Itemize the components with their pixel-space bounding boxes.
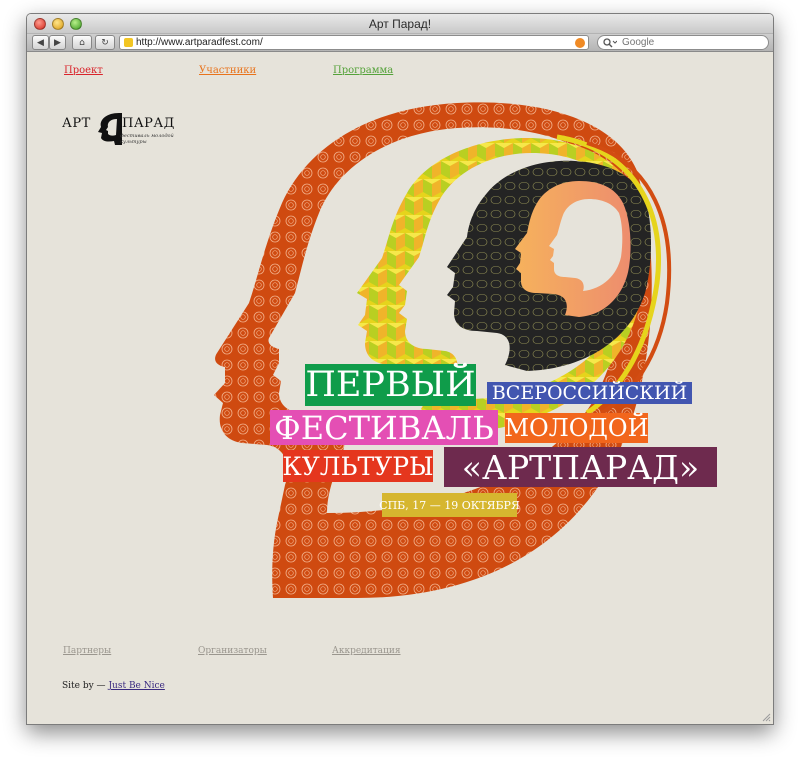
reload-icon: ↻ (101, 37, 109, 48)
search-box (597, 35, 769, 50)
address-text: http://www.artparadfest.com/ (136, 37, 263, 48)
poster-word-festival: ФЕСТИВАЛЬ (270, 410, 498, 445)
forward-arrow-icon: ▶ (54, 37, 61, 48)
window-title: Арт Парад! (368, 17, 432, 31)
poster-dates: СПБ, 17 — 19 ОКТЯБРЯ (379, 493, 520, 517)
site-credit: Site by — Just Be Nice (62, 681, 165, 691)
credit-prefix: Site by — (62, 681, 106, 691)
browser-toolbar: ◀ ▶ ⌂ ↻ http://www.artparadfest.com/ (27, 34, 773, 52)
back-button[interactable]: ◀ (32, 35, 49, 50)
home-button[interactable]: ⌂ (72, 35, 92, 50)
rss-icon[interactable] (575, 38, 585, 48)
title-bar[interactable]: Арт Парад! (27, 14, 773, 34)
search-icon (603, 38, 617, 48)
resize-grip-icon[interactable] (761, 712, 771, 722)
forward-button[interactable]: ▶ (49, 35, 66, 50)
address-bar[interactable]: http://www.artparadfest.com/ (119, 35, 589, 50)
poster-word-artparad: «АРТПАРАД» (444, 447, 717, 487)
search-input[interactable] (622, 37, 762, 48)
reload-button[interactable]: ↻ (95, 35, 115, 50)
site-favicon-icon (124, 38, 133, 47)
poster-word-youth: МОЛОДОЙ (504, 413, 649, 443)
footer-link-organizers[interactable]: Организаторы (198, 646, 267, 656)
home-icon: ⌂ (79, 37, 85, 48)
poster-word-first: ПЕРВЫЙ (305, 364, 476, 406)
footer-link-partners[interactable]: Партнеры (63, 646, 111, 656)
page-content: Проект Участники Программа АРТ ПАРАД фес… (27, 53, 773, 724)
footer-link-accreditation[interactable]: Аккредитация (332, 646, 401, 656)
browser-window: Арт Парад! ◀ ▶ ⌂ ↻ http://www.artparadfe… (26, 13, 774, 725)
credit-link[interactable]: Just Be Nice (108, 681, 164, 691)
poster-word-culture: КУЛЬТУРЫ (282, 450, 434, 482)
back-arrow-icon: ◀ (37, 37, 44, 48)
poster-word-all-russian: ВСЕРОССИЙСКИЙ (487, 382, 692, 404)
